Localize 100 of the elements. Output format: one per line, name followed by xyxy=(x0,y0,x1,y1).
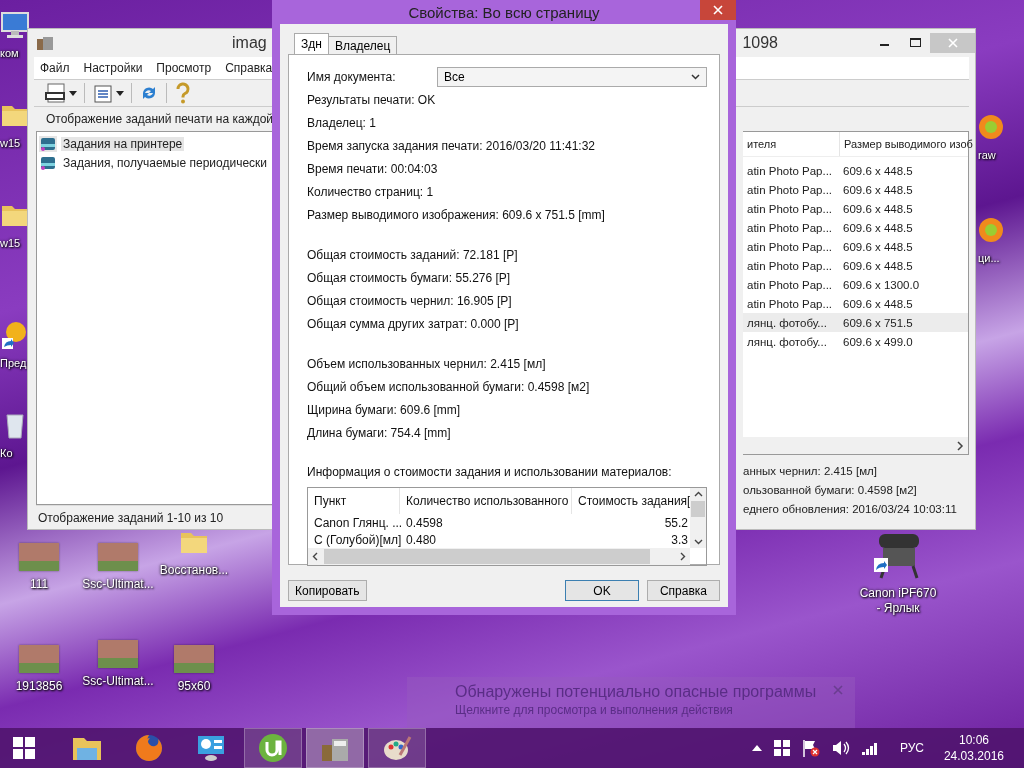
csv-export-button[interactable] xyxy=(42,83,80,103)
table-cell-text: 3.3 xyxy=(670,532,689,547)
action-center-flag-icon[interactable] xyxy=(801,739,820,757)
maximize-icon xyxy=(909,38,921,48)
window-title: imag xyxy=(232,34,267,52)
info-text: Общая стоимость заданий: 72.181 [P] xyxy=(307,247,518,262)
chevron-down-icon[interactable] xyxy=(693,539,703,545)
app-icon xyxy=(978,215,1004,245)
column-header[interactable]: Стоимость задания[ xyxy=(572,488,690,514)
chevron-right-icon[interactable] xyxy=(956,440,964,451)
icon-label: Восстанов... xyxy=(159,563,229,578)
icon-label: Ко xyxy=(0,446,13,461)
column-header[interactable]: Пункт xyxy=(308,488,400,514)
list-row[interactable]: atin Photo Pap... 609.6 x 448.5 xyxy=(743,294,968,313)
table-cell-text: 609.6 x 499.0 xyxy=(842,335,914,348)
info-text: Время запуска задания печати: 2016/03/20 11:41:32 xyxy=(307,138,596,153)
control-panel-icon xyxy=(196,734,226,762)
chevron-right-icon[interactable] xyxy=(680,552,686,561)
table-cell-text: 609.6 x 448.5 xyxy=(842,259,914,272)
icon-label: 111 xyxy=(29,577,49,592)
table-cell-text: 609.6 x 1300.0 xyxy=(842,278,921,291)
list-row[interactable]: atin Photo Pap... 609.6 x 448.5 xyxy=(743,218,968,237)
info-text: Размер выводимого изображения: 609.6 x 751.5 [mm] xyxy=(307,207,605,222)
document-dropdown[interactable]: Все xyxy=(437,66,707,87)
speaker-icon[interactable] xyxy=(831,740,850,756)
scrollbar-thumb[interactable] xyxy=(324,549,650,564)
dialog-button[interactable]: Копировать xyxy=(288,580,367,601)
table-cell-text: atin Photo Pap... xyxy=(746,183,834,196)
document-list-icon xyxy=(92,83,114,103)
close-button[interactable] xyxy=(700,0,736,20)
menu-item[interactable]: Настройки xyxy=(83,61,143,75)
list-row[interactable]: лянц. фотобу... 609.6 x 751.5 xyxy=(743,313,968,332)
table-cell-text: 609.6 x 448.5 xyxy=(842,202,914,215)
column-header[interactable]: ителя xyxy=(743,132,839,156)
show-hidden-icons-caret-icon[interactable] xyxy=(751,745,762,751)
clock[interactable]: 10:06 24.03.2016 xyxy=(943,733,1004,763)
info-text: Результаты печати: OK xyxy=(307,92,436,107)
column-header[interactable]: Размер выводимого изоб xyxy=(839,132,973,156)
info-text: Общая сумма других затрат: 0.000 [P] xyxy=(307,316,519,331)
windows-logo-icon[interactable] xyxy=(773,740,790,756)
info-text: Щирина бумаги: 609.6 [mm] xyxy=(307,402,461,417)
torrent-icon xyxy=(258,733,288,763)
language-indicator[interactable]: РУС xyxy=(899,741,924,755)
table-cell-text: C (Голубой)[мл] xyxy=(313,532,400,547)
close-icon xyxy=(713,5,723,15)
table-cell-text: 0.4598 xyxy=(405,515,444,530)
info-text: Общая стоимость бумаги: 55.276 [P] xyxy=(307,270,511,285)
photo-thumbnail xyxy=(174,645,214,673)
table-cell-text: atin Photo Pap... xyxy=(746,240,834,253)
table-cell-text: atin Photo Pap... xyxy=(746,297,834,310)
table-cell-text: atin Photo Pap... xyxy=(746,164,834,177)
tree-item[interactable]: Задания, получаемые периодически xyxy=(39,154,273,171)
table-cell-text: 609.6 x 448.5 xyxy=(842,183,914,196)
list-row[interactable]: atin Photo Pap... 609.6 x 448.5 xyxy=(743,161,968,180)
summary-text: ользованной бумаги: 0.4598 [м2] xyxy=(743,484,918,496)
table-cell-text: лянц. фотобу... xyxy=(746,335,828,348)
chevron-up-icon[interactable] xyxy=(693,491,703,497)
menu-item[interactable]: Файл xyxy=(40,61,70,75)
photo-thumbnail xyxy=(98,543,138,571)
taskbar-calculator-button[interactable] xyxy=(306,728,364,768)
summary-text: еднего обновления: 2016/03/24 10:03:11 xyxy=(743,503,958,515)
taskbar-palette-button[interactable] xyxy=(368,728,426,768)
tab[interactable]: Владелец xyxy=(327,36,398,54)
icon-label: Ssc-Ultimat... xyxy=(82,674,154,689)
list-row[interactable]: atin Photo Pap... 609.6 x 448.5 xyxy=(743,237,968,256)
view-label: Отображение заданий печати на каждой xyxy=(46,112,274,126)
summary-text: анных чернил: 2.415 [мл] xyxy=(743,465,878,477)
scrollbar-thumb[interactable] xyxy=(691,501,705,517)
table-cell-text: atin Photo Pap... xyxy=(746,278,834,291)
dialog-button[interactable]: Справка xyxy=(647,580,720,601)
table-cell-text: atin Photo Pap... xyxy=(746,259,834,272)
table-cell-text: 0.480 xyxy=(405,532,438,547)
taskbar-torrent-button[interactable] xyxy=(244,728,302,768)
table-cell-text: 609.6 x 448.5 xyxy=(842,297,914,310)
info-text: Общий объем использованной бумаги: 0.4598 [м2] xyxy=(307,379,590,394)
signal-bars-icon[interactable] xyxy=(861,741,880,755)
vertical-scrollbar[interactable] xyxy=(690,488,706,548)
list-row[interactable]: atin Photo Pap... 609.6 x 448.5 xyxy=(743,180,968,199)
icon-label: ком xyxy=(0,46,19,61)
icon-label: 1913856 xyxy=(15,679,63,694)
dialog-button[interactable]: OK xyxy=(565,580,639,601)
horizontal-scrollbar[interactable] xyxy=(308,548,690,565)
tab[interactable]: Здн xyxy=(294,33,329,54)
info-text: Объем использованных чернил: 2.415 [мл] xyxy=(307,356,546,371)
chevron-down-icon xyxy=(691,73,700,80)
list-row[interactable]: atin Photo Pap... 609.6 x 448.5 xyxy=(743,256,968,275)
menu-item[interactable]: Просмотр xyxy=(156,61,212,75)
photo-thumbnail xyxy=(98,640,138,668)
app-icon xyxy=(978,112,1004,142)
list-row[interactable]: atin Photo Pap... 609.6 x 448.5 xyxy=(743,199,968,218)
table-cell-text: 55.2 xyxy=(663,515,689,530)
column-header[interactable]: Количество использованного xyxy=(400,488,572,514)
caret-icon xyxy=(69,90,77,96)
icon-label: ци... xyxy=(978,251,1000,266)
chevron-left-icon[interactable] xyxy=(312,552,318,561)
list-row[interactable]: atin Photo Pap... 609.6 x 1300.0 xyxy=(743,275,968,294)
table-cell-text: 609.6 x 448.5 xyxy=(842,240,914,253)
menu-item[interactable]: Справка xyxy=(225,61,273,75)
list-row[interactable]: лянц. фотобу... 609.6 x 499.0 xyxy=(743,332,968,351)
horizontal-scrollbar[interactable] xyxy=(743,437,968,454)
